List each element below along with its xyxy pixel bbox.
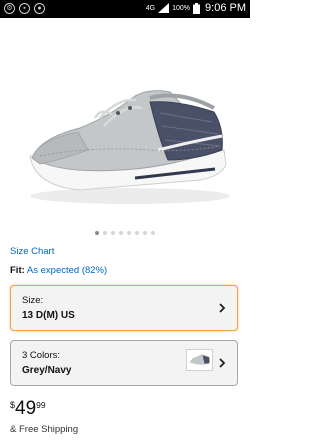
size-chart-link[interactable]: Size Chart xyxy=(10,246,54,257)
price-whole: 49 xyxy=(15,398,37,419)
carousel-dot[interactable] xyxy=(151,231,155,235)
fit-value-link[interactable]: As expected (82%) xyxy=(27,265,107,276)
color-selector[interactable]: 3 Colors: Grey/Navy xyxy=(10,340,238,386)
carousel-dot[interactable] xyxy=(95,231,99,235)
notification-icons: ⚙ ▪ ● xyxy=(4,3,45,14)
carousel-dot[interactable] xyxy=(103,231,107,235)
status-bar: ⚙ ▪ ● 4G 100% 9:06 PM xyxy=(0,0,250,18)
size-value: 13 D(M) US xyxy=(22,310,75,321)
location-icon: ● xyxy=(34,3,45,14)
color-label: 3 Colors: xyxy=(22,350,61,361)
price-currency: $ xyxy=(10,400,16,410)
carousel-dot[interactable] xyxy=(143,231,147,235)
clock: 9:06 PM xyxy=(205,2,246,14)
image-icon: ▪ xyxy=(19,3,30,14)
product-image[interactable] xyxy=(0,18,250,228)
size-selector[interactable]: Size: 13 D(M) US xyxy=(10,285,238,331)
signal-icon xyxy=(158,3,170,13)
battery-label: 100% xyxy=(172,4,191,12)
carousel-dot[interactable] xyxy=(135,231,139,235)
fit-label: Fit: xyxy=(10,265,25,276)
carousel-dot[interactable] xyxy=(127,231,131,235)
price: $4999 xyxy=(10,398,46,420)
chevron-right-icon xyxy=(219,358,226,368)
battery-icon xyxy=(193,2,201,14)
size-label: Size: xyxy=(22,295,44,306)
image-carousel-indicator xyxy=(0,231,250,237)
color-swatch-thumbnail[interactable] xyxy=(186,349,213,371)
network-icon: 4G xyxy=(145,4,156,12)
carousel-dot[interactable] xyxy=(119,231,123,235)
chevron-right-icon xyxy=(219,303,226,313)
settings-icon: ⚙ xyxy=(4,3,15,14)
fit-info: Fit: As expected (82%) xyxy=(10,265,107,276)
carousel-dot[interactable] xyxy=(111,231,115,235)
price-fraction: 99 xyxy=(36,400,46,410)
color-value: Grey/Navy xyxy=(22,365,72,376)
status-indicators: 4G 100% 9:06 PM xyxy=(146,2,246,14)
shipping-info: & Free Shipping xyxy=(10,424,79,435)
